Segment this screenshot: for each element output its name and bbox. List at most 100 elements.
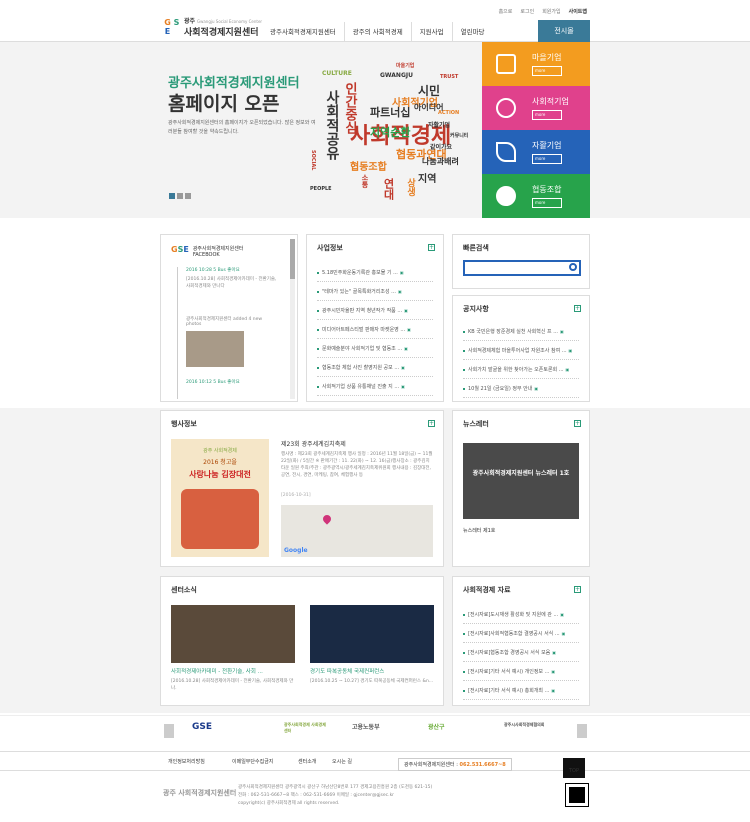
more-button[interactable]: more [532, 110, 562, 120]
list-item[interactable]: [전시자료]도시재생 활성화 및 지원에 관 ... ▣ [463, 605, 579, 624]
util-login[interactable]: 로그인 [520, 8, 534, 15]
util-home[interactable]: 홈으로 [499, 8, 513, 15]
prev-arrow-icon[interactable] [164, 724, 174, 738]
event-poster[interactable]: 광주 사회적경제 2016 청고을 사랑나눔 김장대전 [171, 439, 269, 557]
list-item[interactable]: [전시자료]사회적협동조합 결영공시 서식 ... ▣ [463, 624, 579, 643]
notice-title: 공지사항 [463, 305, 489, 313]
house-icon [496, 54, 516, 74]
cloud-word: 협동조합 [350, 162, 387, 173]
pager-dot[interactable] [169, 193, 175, 199]
new-badge: ▣ [561, 631, 566, 636]
cat-selfsupport[interactable]: 자활기업 more [482, 130, 590, 174]
list-item[interactable]: 5.18민주화운동기록관 홍보물 기 ... ▣ [317, 263, 433, 282]
util-join[interactable]: 회원가입 [542, 8, 560, 15]
fb-photo[interactable] [186, 331, 244, 367]
more-button[interactable]: more [532, 154, 562, 164]
plus-icon[interactable]: + [574, 420, 581, 427]
new-badge: ▣ [560, 612, 564, 617]
call-label: 광주사회적경제지원센터 [404, 762, 455, 768]
newsletter-caption[interactable]: 뉴스레터 제1호 [463, 527, 495, 534]
hero-desc: 광주사회적경제지원센터의 홈페이지가 오픈되었습니다. 많은 정보와 여러분들 … [168, 120, 316, 135]
facebook-box: GSE 광주사회적경제지원센터 FACEBOOK 2016 10:28 5 Bu… [160, 234, 298, 402]
newsletter-image[interactable]: 광주사회적경제지원센터 뉴스레터 1호 [463, 443, 579, 519]
partner-logo[interactable]: 고용노동부 [352, 722, 380, 731]
cloud-word: 사회적공유 [324, 90, 340, 160]
nav-support[interactable]: 지원사업 [412, 22, 453, 42]
util-sitemap[interactable]: 사이트맵 [569, 8, 587, 15]
list-item[interactable]: 사회가치 발굴을 위한 찾아가는 오픈토론회 ... ▣ [463, 360, 579, 379]
footer-nav: 개인정보처리방침 이메일무단수집금지 센터소개 오시는 길 광주사회적경제지원센… [0, 751, 750, 778]
list-item[interactable]: 사회적경제체험 마을투어사업 자원조사 참여 ... ▣ [463, 341, 579, 360]
mall-button[interactable]: 전시몰 [538, 20, 590, 42]
event-box: 행사정보 + 광주 사회적경제 2016 청고을 사랑나눔 김장대전 제23회 … [160, 410, 444, 567]
pager-dot[interactable] [177, 193, 183, 199]
list-item[interactable]: 사회적기업 상품 유통채널 진출 지 ... ▣ [317, 377, 433, 396]
business-title: 사업정보 [317, 244, 343, 252]
event-title: 행사정보 [171, 420, 197, 428]
center-body: [2016.10.25 ~ 10.27] 경기도 따복공동체 국제컨퍼런스 &n… [310, 679, 434, 684]
plus-icon[interactable]: + [428, 244, 435, 251]
nav-economy[interactable]: 광주의 사회적경제 [345, 22, 412, 42]
footer: 광주 사회적경제지원센터 광주사회적경제지원센터 광주광역시 광산구 하남산단8… [0, 775, 750, 822]
plus-icon[interactable]: + [428, 420, 435, 427]
hero-pager [169, 193, 191, 199]
new-badge: ▣ [397, 289, 402, 294]
list-item[interactable]: [전시자료]협동조합 경영공시 서식 모음 ▣ [463, 643, 579, 662]
event-head[interactable]: 제23회 광주세계김치축제 [281, 439, 346, 448]
fb-like[interactable]: 5 Bus 좋아요 [213, 268, 239, 273]
partner-logo[interactable]: 광주사회적경제 사회경제센터 [284, 722, 328, 734]
list-item[interactable]: [전시자료]기타 서식 예시) 개인정보 ... ▣ [463, 662, 579, 681]
scrollbar[interactable] [290, 239, 295, 399]
more-button[interactable]: more [532, 66, 562, 76]
partner-logo[interactable]: 광주시사회적경제협의회 [504, 722, 544, 728]
logo[interactable]: GS E 광주 Gwangju Social Economy Center 사회… [163, 16, 262, 38]
list-item[interactable]: 광주시민자율판 지역 청년작가 작품 ... ▣ [317, 301, 433, 320]
next-arrow-icon[interactable] [577, 724, 587, 738]
cloud-word: 연대 [382, 178, 395, 200]
call-box: 광주사회적경제지원센터 : 062.531.6667~8 [398, 758, 512, 771]
business-list: 5.18민주화운동기록관 홍보물 기 ... ▣ "테마가 있는" 골목특화거리조성… [317, 263, 433, 396]
poster-line: 광주 사회적경제 [203, 448, 237, 454]
nav-center[interactable]: 광주사회적경제지원센터 [262, 22, 345, 42]
fnav-directions[interactable]: 오시는 길 [332, 758, 352, 765]
search-input[interactable] [463, 260, 581, 276]
plus-icon[interactable]: + [574, 305, 581, 312]
list-item[interactable]: 미디어아트페스티벌 판매자 마켓운영 ... ▣ [317, 320, 433, 339]
plus-icon[interactable]: + [574, 586, 581, 593]
search-icon[interactable] [569, 263, 577, 271]
footer-copy: copyright(c) 광주사회적경제 all rights reserved… [238, 801, 340, 806]
top-bar: 홈으로 로그인 회원가입 사이트맵 [0, 0, 750, 22]
center-image[interactable] [310, 605, 434, 663]
list-item[interactable]: [전시자료]기타 서식 예시) 총회개최 ... ▣ [463, 681, 579, 700]
main-nav: 광주사회적경제지원센터 광주의 사회적경제 지원사업 열린마당 [262, 22, 493, 42]
partner-logo[interactable]: GSE [192, 722, 212, 732]
partner-logo[interactable]: 광산구 [428, 722, 445, 731]
center-image[interactable] [171, 605, 295, 663]
event-map[interactable]: Google [281, 505, 433, 557]
cloud-word: 지역 [418, 174, 437, 185]
cloud-word: 나눔과배려 [422, 157, 459, 166]
list-item[interactable]: 협동조합 체험 사진 촬영지원 공모 ... ▣ [317, 358, 433, 377]
cloud-word: 인간중심 [342, 82, 357, 134]
data-list: [전시자료]도시재생 활성화 및 지원에 관 ... ▣ [전시자료]사회적협동조합… [463, 605, 579, 700]
list-item[interactable]: KB 국민은행 장준경제 실천 사회혁신 프 ... ▣ [463, 322, 579, 341]
center-head[interactable]: 사회적경제아카데미 - 전환기술, 사회 ... [171, 667, 263, 675]
nav-open[interactable]: 열린마당 [453, 22, 493, 42]
list-item[interactable]: 10월 21일 (금요일) 정무 안내 ▣ [463, 379, 579, 398]
cat-village[interactable]: 마을기업 more [482, 42, 590, 86]
more-button[interactable]: more [532, 198, 562, 208]
cloud-word: CULTURE [322, 70, 352, 77]
new-badge: ▣ [534, 386, 539, 391]
list-item[interactable]: 문화예술분야 사회적기업 및 협동조 ... ▣ [317, 339, 433, 358]
fb-like[interactable]: 5 Bus 좋아요 [213, 380, 239, 385]
center-head[interactable]: 경기도 따복공동체 국제컨퍼런스 [310, 667, 384, 675]
fnav-about[interactable]: 센터소개 [298, 758, 316, 765]
fnav-privacy[interactable]: 개인정보처리방침 [168, 758, 205, 765]
cat-coop[interactable]: 협동조합 more [482, 174, 590, 218]
new-badge: ▣ [565, 367, 570, 372]
cat-social[interactable]: 사회적기업 more [482, 86, 590, 130]
fnav-email[interactable]: 이메일무단수집금지 [232, 758, 273, 765]
list-item[interactable]: "테마가 있는" 골목특화거리조성 ... ▣ [317, 282, 433, 301]
new-badge: ▣ [401, 384, 405, 389]
pager-dot[interactable] [185, 193, 191, 199]
